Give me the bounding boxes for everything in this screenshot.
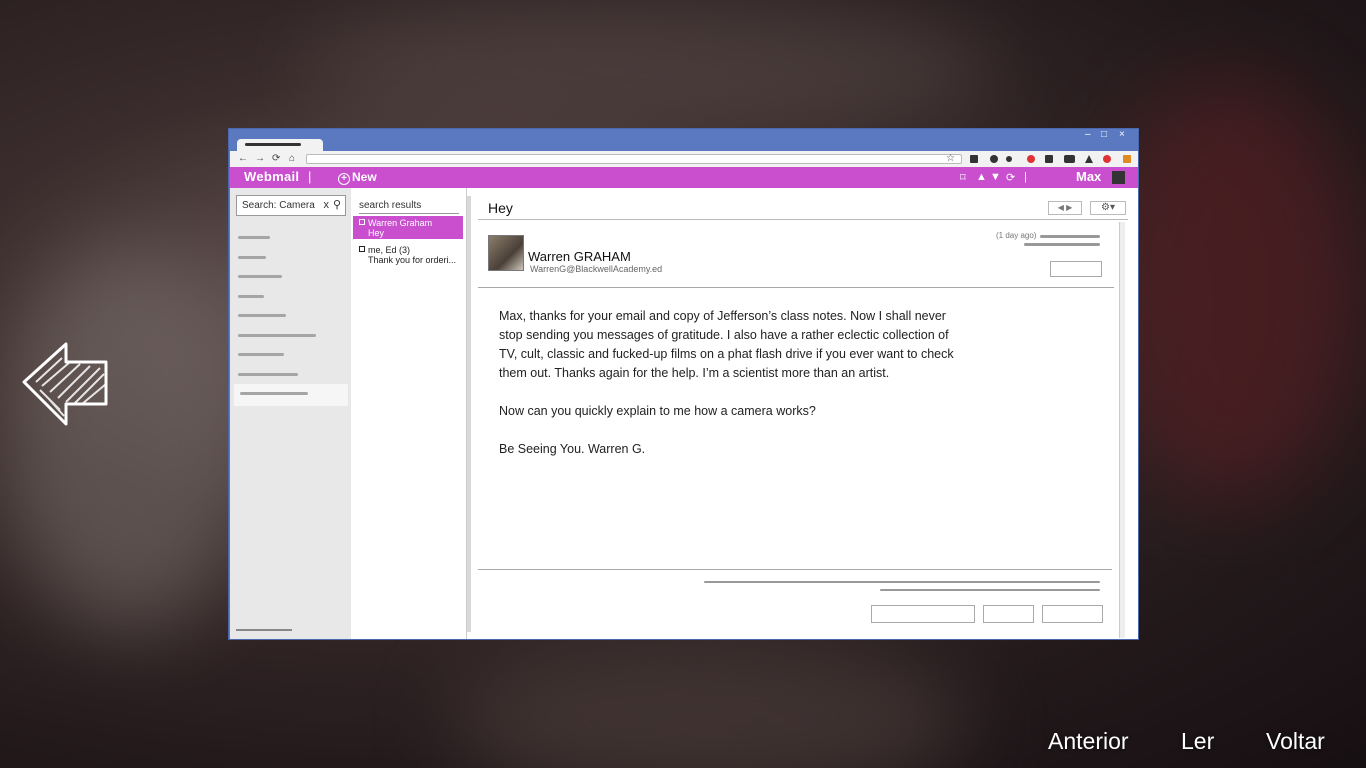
extension-icon[interactable] <box>1045 155 1053 163</box>
clear-search-icon[interactable]: x <box>324 199 330 211</box>
background-blur <box>0 250 260 630</box>
sender-photo <box>488 235 524 271</box>
divider <box>478 569 1112 570</box>
up-arrow-icon[interactable]: ▲ <box>976 171 987 183</box>
folder-sidebar: Search: Camera x ⚲ <box>230 188 351 639</box>
reply-button[interactable] <box>1050 261 1102 277</box>
sender-email: WarrenG@BlackwellAcademy.ed <box>530 264 663 274</box>
body-paragraph: Now can you quickly explain to me how a … <box>499 404 816 418</box>
checkbox[interactable] <box>359 246 365 252</box>
background-blur <box>300 0 1000 140</box>
folder-item[interactable] <box>238 236 270 239</box>
divider <box>478 219 1128 220</box>
folder-item[interactable] <box>238 256 266 259</box>
extension-icon[interactable] <box>1103 155 1111 163</box>
user-name[interactable]: Max <box>1076 169 1101 184</box>
folder-item-active[interactable] <box>234 384 348 406</box>
search-input[interactable]: Search: Camera x ⚲ <box>236 195 346 216</box>
message-from: Warren Graham <box>368 218 433 228</box>
folder-item[interactable] <box>238 295 264 298</box>
footer-scribble <box>704 581 1100 583</box>
browser-window: – □ × ← → ⟳ ⌂ ☆ Webmail | + New ⌑ ▲ ▼ ⟳ |… <box>228 128 1139 640</box>
extension-icon[interactable] <box>1085 155 1093 163</box>
body-paragraph: Max, thanks for your email and copy of J… <box>499 309 954 380</box>
maximize-button[interactable]: □ <box>1101 130 1107 140</box>
extension-icon[interactable] <box>1006 156 1012 162</box>
new-label: New <box>352 170 377 184</box>
message-reader: Hey ◀ ▶ ⚙▾ Warren GRAHAM WarrenG@Blackwe… <box>468 188 1138 639</box>
plus-icon: + <box>338 173 350 185</box>
back-icon[interactable]: ← <box>238 152 248 166</box>
webmail-content: Search: Camera x ⚲ search results Warren… <box>230 188 1138 639</box>
checkbox[interactable] <box>359 219 365 225</box>
message-preview: Hey <box>368 228 385 238</box>
menu-icon[interactable] <box>1123 155 1131 163</box>
back-button[interactable]: Voltar <box>1266 728 1325 755</box>
back-arrow-icon[interactable] <box>20 340 110 428</box>
list-item-selected[interactable]: Warren Graham Hey <box>353 216 463 239</box>
bookmark-star-icon[interactable]: ☆ <box>946 152 955 166</box>
folder-label-scribble <box>240 392 308 395</box>
browser-tab[interactable] <box>237 139 323 151</box>
star-button[interactable] <box>871 605 975 623</box>
label-icon[interactable]: ⌑ <box>960 171 966 184</box>
metadata-scribble <box>1040 235 1100 238</box>
webmail-header: Webmail | + New ⌑ ▲ ▼ ⟳ | Max <box>230 167 1138 188</box>
list-heading: search results <box>359 200 422 211</box>
list-item[interactable]: me, Ed (3) Thank you for orderi... <box>353 243 463 267</box>
background-blur <box>1100 80 1360 500</box>
background-blur <box>450 640 970 768</box>
refresh-icon[interactable]: ⟳ <box>1006 171 1015 184</box>
previous-button[interactable]: Anterior <box>1048 728 1129 755</box>
sidebar-footer <box>236 629 292 631</box>
search-icon[interactable]: ⚲ <box>333 198 341 211</box>
message-from: me, Ed (3) <box>368 245 411 255</box>
divider <box>359 213 459 214</box>
folder-item[interactable] <box>238 334 316 337</box>
message-date: (1 day ago) <box>996 231 1037 240</box>
extension-icon[interactable] <box>1027 155 1035 163</box>
search-value: Search: Camera <box>242 200 315 211</box>
address-bar[interactable] <box>306 154 962 164</box>
close-button[interactable]: × <box>1119 130 1125 140</box>
metadata-scribble <box>1024 243 1100 246</box>
forward-icon[interactable]: → <box>255 152 265 166</box>
folder-item[interactable] <box>238 275 282 278</box>
reader-scrollbar[interactable] <box>1119 222 1125 638</box>
gear-icon[interactable]: ⚙▾ <box>1090 201 1126 215</box>
new-message-button[interactable]: + New <box>338 170 377 185</box>
extension-icon[interactable] <box>970 155 978 163</box>
home-icon[interactable]: ⌂ <box>289 152 295 166</box>
folder-item[interactable] <box>238 373 298 376</box>
forward-button[interactable] <box>983 605 1034 623</box>
tab-title-scribble <box>245 143 301 146</box>
down-arrow-icon[interactable]: ▼ <box>990 171 1001 183</box>
message-list: search results Warren Graham Hey me, Ed … <box>351 188 471 639</box>
title-bar: – □ × <box>229 129 1138 151</box>
body-paragraph: Be Seeing You. Warren G. <box>499 442 646 456</box>
folder-item[interactable] <box>238 314 286 317</box>
webmail-logo[interactable]: Webmail <box>244 169 299 184</box>
archive-button[interactable] <box>1042 605 1103 623</box>
message-preview: Thank you for orderi... <box>368 255 457 265</box>
read-button[interactable]: Ler <box>1181 728 1214 755</box>
avatar[interactable] <box>1112 171 1125 184</box>
header-separator: | <box>1024 171 1027 183</box>
message-subject: Hey <box>488 200 513 216</box>
browser-nav-bar: ← → ⟳ ⌂ ☆ <box>230 151 1138 167</box>
message-body: Max, thanks for your email and copy of J… <box>499 307 969 478</box>
reload-icon[interactable]: ⟳ <box>272 152 280 166</box>
extension-icon[interactable] <box>1064 155 1075 163</box>
minimize-button[interactable]: – <box>1085 130 1091 140</box>
divider <box>478 287 1114 288</box>
message-nav-arrows[interactable]: ◀ ▶ <box>1048 201 1082 215</box>
header-separator: | <box>308 169 312 184</box>
footer-scribble <box>880 589 1100 591</box>
folder-item[interactable] <box>238 353 284 356</box>
extension-icon[interactable] <box>990 155 998 163</box>
sender-name: Warren GRAHAM <box>528 249 631 264</box>
